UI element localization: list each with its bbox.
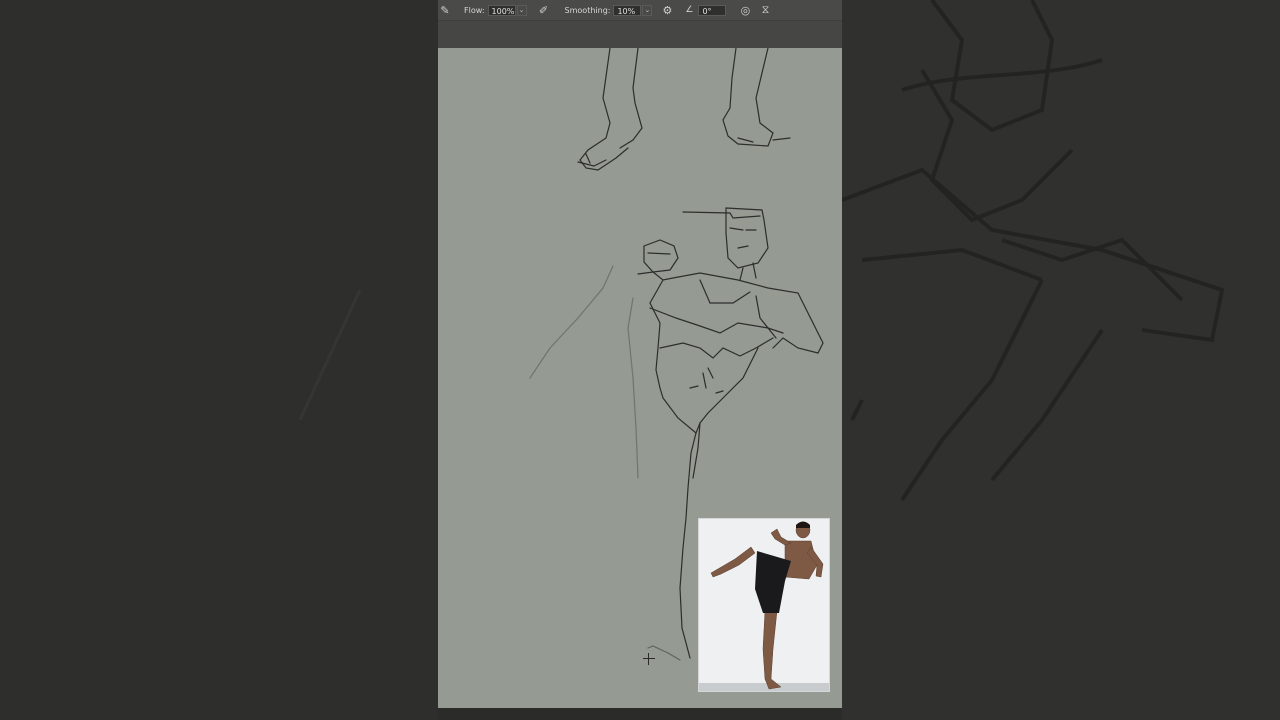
right-backdrop-sketch bbox=[842, 0, 1225, 502]
symmetry-icon[interactable]: ⧖ bbox=[758, 3, 772, 17]
pressure-icon[interactable]: ◎ bbox=[738, 3, 752, 17]
flow-label: Flow: bbox=[464, 5, 485, 15]
drawing-canvas[interactable] bbox=[438, 48, 842, 708]
smoothing-label: Smoothing: bbox=[564, 5, 611, 15]
flow-dropdown[interactable]: ⌄ bbox=[516, 4, 527, 16]
angle-icon: ∠ bbox=[685, 5, 694, 15]
brush-toolbar: ✎ Flow: 100% ⌄ ✐ Smoothing: 10% ⌄ ⚙ ∠ 0°… bbox=[438, 0, 842, 20]
options-bar bbox=[438, 20, 842, 49]
left-backdrop-sketch bbox=[298, 289, 362, 421]
crosshair-cursor bbox=[643, 653, 655, 665]
right-backdrop bbox=[842, 0, 1280, 720]
airbrush-icon[interactable]: ✐ bbox=[537, 3, 551, 17]
drawing-app: ✎ Flow: 100% ⌄ ✐ Smoothing: 10% ⌄ ⚙ ∠ 0°… bbox=[438, 0, 842, 720]
reference-photo bbox=[698, 518, 830, 692]
smoothing-input[interactable]: 10% bbox=[613, 4, 642, 16]
angle-input[interactable]: 0° bbox=[698, 4, 727, 16]
brush-icon[interactable]: ✎ bbox=[438, 3, 452, 17]
gear-icon[interactable]: ⚙ bbox=[660, 3, 674, 17]
bottom-bar bbox=[438, 708, 842, 720]
smoothing-dropdown[interactable]: ⌄ bbox=[642, 4, 653, 16]
left-backdrop bbox=[0, 0, 438, 720]
flow-input[interactable]: 100% bbox=[487, 4, 516, 16]
kicking-pose-figure bbox=[699, 521, 829, 691]
